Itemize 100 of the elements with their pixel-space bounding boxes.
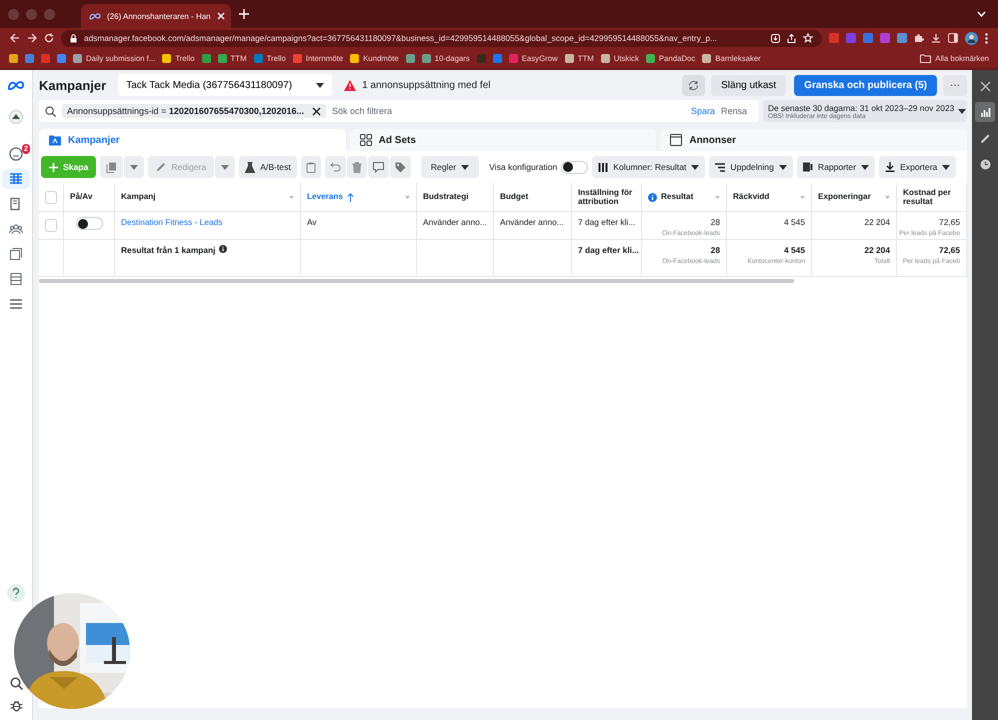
tag-button[interactable]: [390, 156, 411, 178]
refresh-button[interactable]: [682, 74, 706, 96]
sidebar-icon[interactable]: [948, 33, 958, 43]
back-icon[interactable]: [10, 33, 20, 43]
table-cell: 22 204: [864, 217, 890, 227]
delete-button[interactable]: [346, 156, 367, 178]
undo-button[interactable]: [324, 156, 346, 178]
ab-test-button[interactable]: A/B-test: [239, 156, 297, 178]
dropdown-button[interactable]: [215, 156, 236, 178]
campaign-toggle[interactable]: [76, 217, 102, 230]
column-header[interactable]: På/Av: [64, 183, 115, 211]
chart-button[interactable]: [975, 102, 995, 122]
install-icon[interactable]: [771, 34, 780, 42]
more-icon[interactable]: [985, 32, 988, 44]
reload-icon[interactable]: [44, 33, 54, 43]
table-cell: 72,65: [939, 217, 960, 227]
share-icon[interactable]: [787, 34, 796, 42]
export-dropdown[interactable]: Exportera: [879, 156, 956, 178]
tab[interactable]: Annonser: [660, 129, 968, 151]
duplicate-button[interactable]: [100, 156, 124, 178]
search-field[interactable]: Annonsuppsättnings-id = 120201607655470300,1202016... Sök och filtrera Spara Rensa: [39, 100, 759, 122]
help-icon[interactable]: [7, 584, 25, 602]
table-cell: 4 545: [784, 245, 805, 255]
column-header[interactable]: Budget: [494, 183, 572, 211]
bookmark-icon[interactable]: [492, 54, 502, 62]
lock-icon: [70, 34, 77, 42]
extension-icon[interactable]: [897, 33, 907, 43]
account-dropdown[interactable]: Tack Tack Media (367756431180097): [118, 74, 332, 96]
tab[interactable]: Kampanjer: [39, 129, 346, 151]
campaign-link[interactable]: Destination Fitness - Leads: [121, 217, 222, 227]
filter-chip[interactable]: Annonsuppsättnings-id = 120201607655470300,1202016...: [62, 104, 326, 118]
row-checkbox[interactable]: [45, 219, 57, 232]
comment-button[interactable]: [368, 156, 389, 178]
column-header[interactable]: Resultat: [642, 183, 727, 211]
dropdown-button[interactable]: [124, 156, 144, 178]
summary-label: Resultat från 1 kampanj: [121, 245, 216, 255]
tab[interactable]: Ad Sets: [350, 129, 656, 151]
breakdown-icon: [715, 162, 726, 172]
config-toggle[interactable]: [561, 160, 588, 174]
puzzle-icon[interactable]: [914, 33, 924, 43]
profile-icon[interactable]: [965, 32, 978, 44]
caret-icon: [942, 164, 950, 170]
publish-button[interactable]: Granska och publicera (5): [794, 74, 937, 96]
column-header[interactable]: Inställning för attribution: [572, 183, 642, 211]
bookmark-icon[interactable]: [9, 54, 18, 62]
grid-icon: [360, 134, 372, 146]
bookmark-icon[interactable]: [25, 54, 34, 62]
new-tab-icon[interactable]: [239, 9, 249, 19]
list-icon: [9, 272, 23, 286]
select-all-checkbox[interactable]: [45, 190, 57, 204]
download-icon[interactable]: [931, 33, 941, 43]
column-header[interactable]: Leverans: [301, 183, 417, 211]
copy-icon: [106, 162, 118, 172]
address-bar[interactable]: adsmanager.facebook.com/adsmanager/manage/campaigns?act=367756431180097&business_id=429959514488055&global_scope_id=429959514488055&nav_entry_p...: [61, 30, 822, 46]
breakdown-dropdown[interactable]: Uppdelning: [709, 156, 793, 178]
clock-icon: [980, 158, 990, 170]
refresh-icon: [688, 80, 700, 90]
caret-icon: [958, 108, 966, 114]
column-header[interactable]: Kostnad per resultat: [897, 183, 967, 211]
clear-link[interactable]: Rensa: [720, 106, 747, 116]
bookmark-icon[interactable]: [57, 54, 66, 62]
warning-icon: [344, 80, 356, 90]
column-header[interactable]: Exponeringar: [812, 183, 897, 211]
minimize-dot[interactable]: [26, 8, 37, 20]
clipboard-icon: [306, 162, 316, 172]
column-header[interactable]: Budstrategi: [417, 183, 494, 211]
bookmark-icon[interactable]: [202, 54, 211, 62]
browser-tab[interactable]: (26) Annonshanteraren - Han: [81, 4, 231, 28]
zoom-dot[interactable]: [44, 8, 55, 20]
table-cell: 7 dag efter kli...: [578, 245, 639, 255]
column-header[interactable]: Räckvidd: [727, 183, 812, 211]
save-link[interactable]: Spara: [690, 106, 715, 116]
star-icon[interactable]: [803, 33, 813, 43]
tag-icon: [394, 162, 406, 172]
bookmark-icon[interactable]: [406, 54, 415, 62]
close-dot[interactable]: [8, 8, 19, 20]
bug-icon[interactable]: [10, 699, 22, 712]
meta-logo[interactable]: [7, 80, 25, 90]
column-header[interactable]: Kampanj: [115, 183, 301, 211]
discard-button[interactable]: Släng utkast: [711, 74, 786, 96]
forward-icon[interactable]: [27, 33, 37, 43]
download-icon: [885, 162, 896, 172]
caret-icon: [691, 164, 700, 170]
search-icon[interactable]: [10, 677, 22, 690]
error-message[interactable]: 1 annonsuppsättning med fel: [362, 80, 490, 90]
rules-dropdown[interactable]: Regler: [420, 156, 480, 178]
report-icon: [802, 162, 813, 172]
table-cell: 28: [710, 217, 720, 227]
clipboard-button[interactable]: [300, 156, 321, 178]
folder-icon: [920, 54, 932, 62]
meta-icon: [89, 12, 101, 20]
table-cell: Använder anno...: [423, 217, 487, 227]
caret-icon: [221, 164, 230, 170]
nav-item[interactable]: [2, 169, 30, 189]
scrollbar-thumb[interactable]: [39, 279, 794, 283]
chevron-down-icon[interactable]: [977, 11, 986, 17]
more-button[interactable]: ···: [943, 74, 967, 96]
columns-dropdown[interactable]: Kolumner: Resultat: [592, 156, 706, 178]
close-icon[interactable]: [312, 106, 321, 116]
reports-dropdown[interactable]: Rapporter: [796, 156, 876, 178]
